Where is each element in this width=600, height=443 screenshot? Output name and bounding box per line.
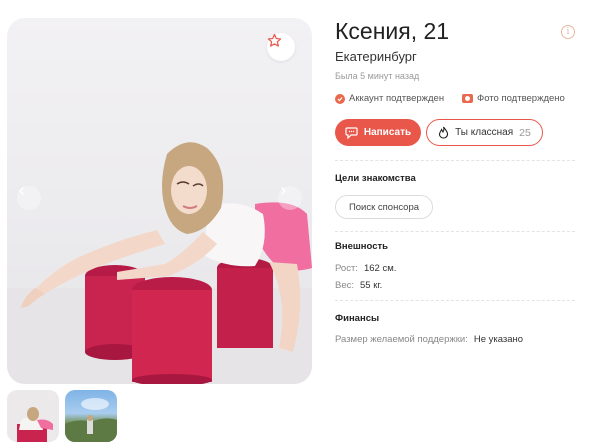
camera-icon (462, 94, 473, 103)
photo-verified-label: Фото подтверждено (477, 93, 565, 104)
compliment-button[interactable]: Ты классная 25 (426, 119, 543, 146)
prev-photo-button[interactable] (17, 186, 41, 210)
star-icon (267, 33, 282, 47)
account-verified-label: Аккаунт подтвержден (349, 93, 445, 104)
goal-chip: Поиск спонсора (335, 195, 433, 219)
compliment-count: 25 (519, 126, 531, 139)
write-message-label: Написать (363, 127, 412, 138)
height-row: Рост: 162 см. (335, 263, 396, 274)
height-label: Рост: (335, 263, 358, 274)
thumbnail-illustration (17, 407, 53, 442)
finances-section-title: Финансы (335, 313, 380, 324)
chat-bubble-icon (345, 126, 358, 139)
section-divider (335, 160, 575, 161)
last-seen-status: Была 5 минут назад (335, 71, 420, 81)
favorite-button[interactable] (267, 33, 295, 61)
weight-value: 55 кг. (360, 280, 383, 291)
support-row: Размер желаемой поддержки: Не указано (335, 334, 523, 345)
profile-name-age: Ксения, 21 (335, 18, 450, 44)
info-icon[interactable]: i (561, 25, 575, 39)
profile-photo-main[interactable] (7, 18, 312, 384)
weight-row: Вес: 55 кг. (335, 280, 382, 291)
check-circle-icon (335, 93, 345, 104)
write-message-button[interactable]: Написать (335, 119, 421, 146)
section-divider (335, 300, 575, 301)
thumbnail-illustration (65, 398, 117, 442)
section-divider (335, 231, 575, 232)
chevron-left-icon (18, 186, 25, 196)
support-label: Размер желаемой поддержки: (335, 334, 468, 345)
profile-info: Ксения, 21 i Екатеринбург Была 5 минут н… (335, 0, 580, 443)
support-value: Не указано (473, 334, 524, 345)
profile-city: Екатеринбург (335, 49, 417, 64)
photo-verified-badge: Фото подтверждено (462, 93, 565, 104)
goals-section-title: Цели знакомства (335, 173, 416, 184)
weight-label: Вес: (335, 280, 355, 291)
appearance-section-title: Внешность (335, 241, 388, 252)
photo-thumbnail-2[interactable] (65, 390, 117, 442)
height-value: 162 см. (363, 263, 397, 274)
account-verified-badge: Аккаунт подтвержден (335, 93, 444, 104)
chevron-right-icon (280, 186, 287, 196)
photo-illustration (7, 142, 312, 384)
photo-thumbnail-1[interactable] (7, 390, 59, 442)
flame-icon (439, 126, 449, 139)
compliment-label: Ты классная (455, 127, 514, 138)
next-photo-button[interactable] (278, 186, 302, 210)
